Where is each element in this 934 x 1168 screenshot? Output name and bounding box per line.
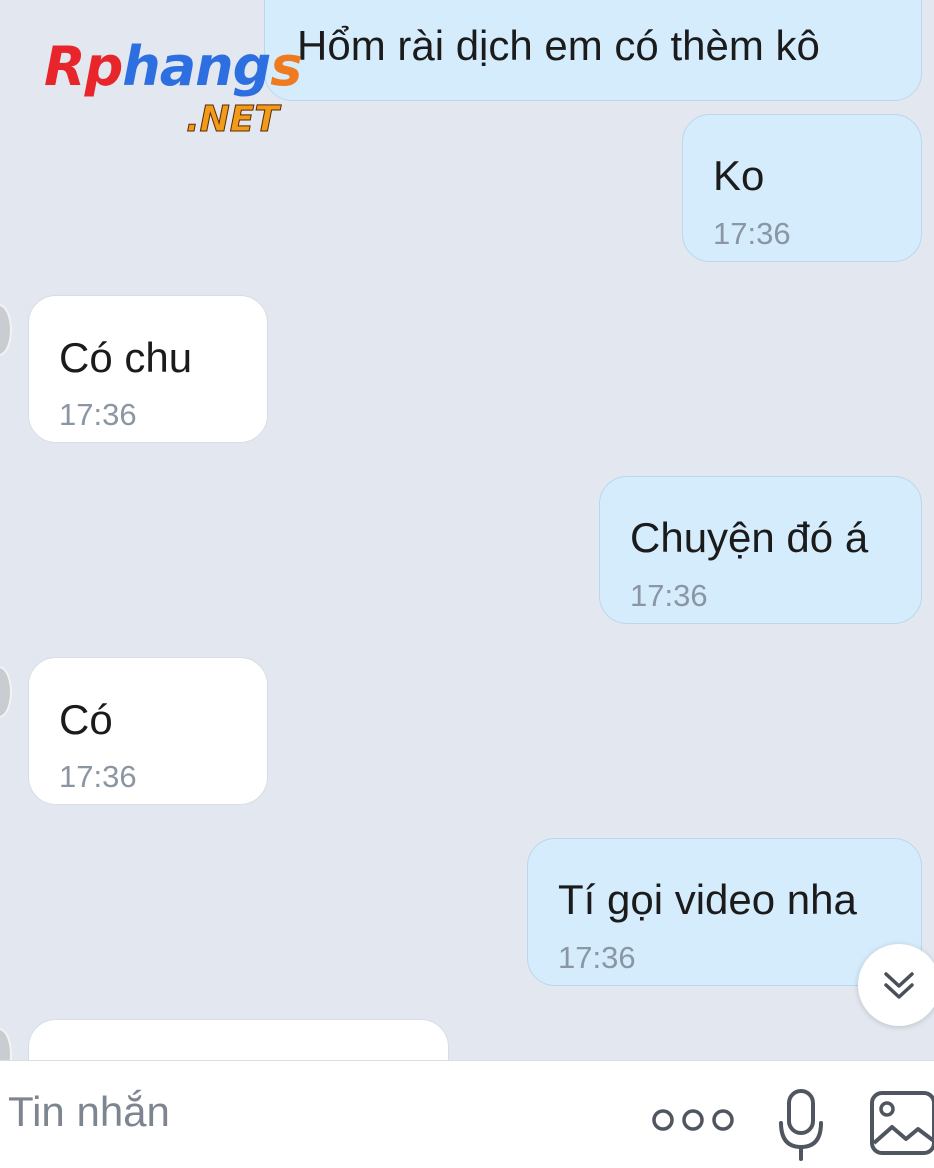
more-icon[interactable]	[650, 1105, 736, 1140]
message-timestamp: 17:36	[713, 216, 791, 251]
message-text: Có chu	[59, 334, 193, 381]
message-input[interactable]: Tin nhắn	[8, 1091, 170, 1133]
message-text: Hổm rài dịch em có thèm kô	[297, 22, 820, 69]
message-bubble-incoming[interactable]: Có 17:36	[28, 657, 268, 805]
message-list[interactable]: Hổm rài dịch em có thèm kô Ko 17:36 Có c…	[0, 0, 934, 1060]
message-bubble-outgoing[interactable]: Hổm rài dịch em có thèm kô	[264, 0, 922, 101]
sender-avatar[interactable]	[0, 304, 12, 356]
message-timestamp: 17:36	[558, 940, 636, 975]
watermark-suffix: .NET	[186, 99, 280, 140]
message-bubble-incoming[interactable]	[28, 1019, 449, 1060]
watermark-logo: Rphangs .NET	[44, 40, 334, 150]
message-timestamp: 17:36	[59, 397, 137, 432]
message-bubble-incoming[interactable]: Có chu 17:36	[28, 295, 268, 443]
message-bubble-outgoing[interactable]: Chuyện đó á 17:36	[599, 476, 922, 624]
scroll-to-bottom-button[interactable]	[858, 944, 934, 1026]
message-bubble-outgoing[interactable]: Ko 17:36	[682, 114, 922, 262]
sender-avatar[interactable]	[0, 1028, 12, 1060]
message-text: Ko	[713, 152, 765, 199]
message-text: Chuyện đó á	[630, 514, 869, 561]
watermark-brand: Rphangs	[44, 35, 302, 98]
message-timestamp: 17:36	[630, 578, 708, 613]
microphone-icon[interactable]	[774, 1085, 828, 1168]
sender-avatar[interactable]	[0, 666, 12, 718]
message-text: Có	[59, 696, 113, 743]
message-text: Tí gọi video nha	[558, 876, 857, 923]
message-timestamp: 17:36	[59, 759, 137, 794]
image-icon[interactable]	[868, 1089, 934, 1162]
composer-bar: Tin nhắn	[0, 1060, 934, 1168]
